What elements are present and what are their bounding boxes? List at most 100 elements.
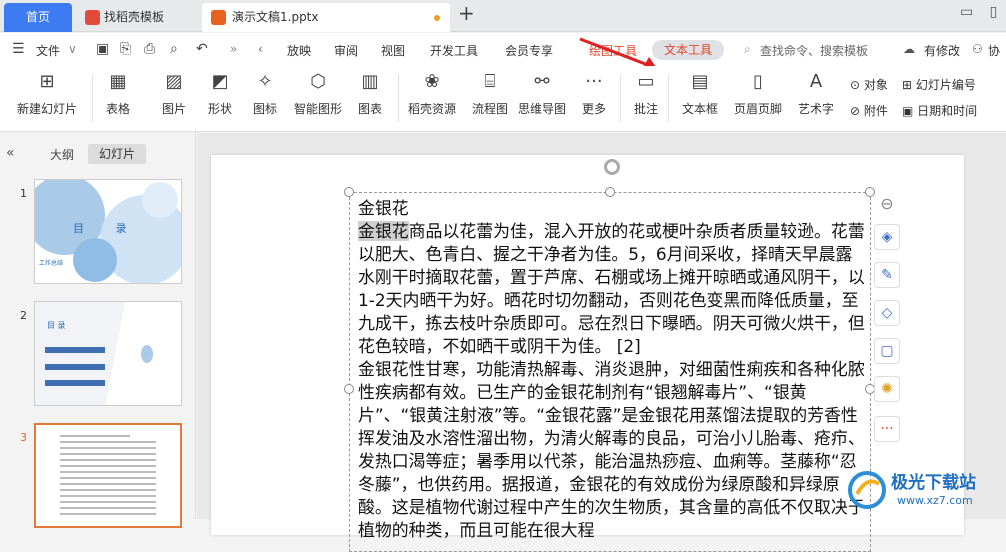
icon-button[interactable]: ✧ 图标 [246,68,284,117]
view-tab-slides[interactable]: 幻灯片 [88,144,146,164]
menu-member[interactable]: 会员专享 [505,42,553,59]
chart-icon: ▥ [361,71,379,92]
table-button[interactable]: ▦ 表格 [100,68,136,117]
object-button[interactable]: ⊙ 对象 [850,76,888,93]
print-icon[interactable]: ⎙ [144,41,155,57]
picture-button[interactable]: ▨ 图片 [156,68,192,117]
view-tab-outline[interactable]: 大纲 [50,146,74,163]
modified-status[interactable]: 有修改 [924,42,960,59]
collab-icon: ⚇ [972,42,983,56]
divider [398,74,399,122]
mindmap-icon: ⚯ [534,71,550,92]
search-icon: ⌕ [744,42,751,56]
collapse-icon[interactable]: ⊖ [874,192,900,218]
slide-number: 2 [20,309,27,322]
pen-icon[interactable]: ✎ [874,262,900,288]
menu-developer[interactable]: 开发工具 [430,42,478,59]
daoke-resources-button[interactable]: ❀ 稻壳资源 [406,68,458,117]
slide-thumbnail-2[interactable]: 目 录 [34,301,182,406]
outline-icon[interactable]: ▢ [874,338,900,364]
slide-thumbnail-1[interactable]: 目 录 工作总结 [34,179,182,284]
slide-thumbnail-3[interactable] [34,423,182,528]
watermark-logo-icon [848,471,886,509]
shape-button[interactable]: ◩ 形状 [200,68,240,117]
slide-number: 1 [20,187,27,200]
collab-button[interactable]: 协 [988,42,1000,59]
window-controls[interactable]: ▭ ▯ [960,4,1003,20]
tab-bar: 首页 找稻壳模板 演示文稿1.pptx + ▭ ▯ [0,0,1006,32]
textbox-button[interactable]: ▤ 文本框 [674,68,726,117]
save-icon[interactable]: ▣ [96,41,109,57]
text-title: 金银花 [358,198,409,218]
menu-bar: ☰ 文件 ∨ ▣ ⎘ ⎙ ⌕ ↶ » ‹ 放映 审阅 视图 开发工具 会员专享 … [0,33,1006,70]
divider [620,74,621,122]
watermark-url: www.xz7.com [897,494,973,507]
unsaved-dot-icon [434,15,440,21]
preview-icon[interactable]: ⌕ [170,41,178,57]
slides-panel: « 大纲 幻灯片 1 目 录 工作总结 2 目 录 3 [0,133,196,528]
rotate-handle-icon[interactable] [604,159,620,175]
resize-handle[interactable] [344,384,354,394]
comment-icon: ▭ [637,71,655,92]
menu-view[interactable]: 视图 [381,42,405,59]
attachment-button[interactable]: ⊘ 附件 [850,102,888,119]
slide-number-button[interactable]: ⊞ 幻灯片编号 [902,76,976,93]
datetime-button[interactable]: ▣ 日期和时间 [902,102,977,119]
hamburger-icon[interactable]: ☰ [12,41,25,57]
slide-1-label: 工作总结 [39,260,64,267]
tab-document-label: 演示文稿1.pptx [232,10,319,24]
layers-icon[interactable]: ◈ [874,224,900,250]
menu-review[interactable]: 审阅 [334,42,358,59]
flowchart-icon: ⌸ [484,71,496,92]
resize-handle[interactable] [605,187,615,197]
new-slide-icon: ⊞ [39,71,55,92]
new-tab-plus-icon[interactable]: + [458,1,475,25]
textbox-content[interactable]: 金银花 金银花商品以花蕾为佳，混入开放的花或梗叶杂质者质量较逊。花蕾以肥大、色青… [358,197,868,542]
header-footer-icon: ▯ [753,71,763,92]
flowchart-button[interactable]: ⌸ 流程图 [470,68,510,117]
daoke-logo-icon [85,10,100,25]
chart-button[interactable]: ▥ 图表 [352,68,388,117]
resize-handle[interactable] [344,187,354,197]
command-search[interactable]: 查找命令、搜索模板 [760,42,868,59]
header-footer-button[interactable]: ▯ 页眉页脚 [732,68,784,117]
export-icon[interactable]: ⎘ [120,41,131,57]
divider [668,74,669,122]
divider [92,74,93,122]
eraser-fill-icon[interactable]: ◇ [874,300,900,326]
icons-icon: ✧ [257,71,273,92]
menu-file[interactable]: 文件 [36,42,60,59]
new-slide-button[interactable]: ⊞ 新建幻灯片 [10,68,84,117]
more-arrow-icon[interactable]: » [230,42,237,56]
site-watermark: 极光下载站 www.xz7.com [845,462,1006,519]
slide-2-title: 目 录 [47,321,66,330]
selected-textbox[interactable]: 金银花 金银花商品以花蕾为佳，混入开放的花或梗叶杂质者质量较逊。花蕾以肥大、色青… [344,187,875,552]
collapse-panel-icon[interactable]: « [6,145,15,161]
watermark-name: 极光下载站 [891,473,976,493]
slide-1-title: 目 录 [73,222,141,235]
lightbulb-icon[interactable]: ✺ [874,376,900,402]
selected-text: 金银花 [358,221,409,241]
chevron-down-icon[interactable]: ∨ [68,42,77,56]
undo-icon[interactable]: ↶ [196,41,208,57]
more-button[interactable]: ··· 更多 [574,68,614,117]
wordart-button[interactable]: A 艺术字 [790,68,842,117]
tab-document[interactable]: 演示文稿1.pptx [202,3,450,32]
more-options-icon[interactable]: ··· [874,416,900,442]
menu-slideshow[interactable]: 放映 [287,42,311,59]
shape-icon: ◩ [211,71,229,92]
picture-icon: ▨ [165,71,183,92]
smart-graphic-icon: ⬡ [310,71,326,92]
comment-button[interactable]: ▭ 批注 [628,68,664,117]
scroll-left-icon[interactable]: ‹ [258,42,263,56]
tab-templates[interactable]: 找稻壳模板 [76,3,200,32]
tab-templates-label: 找稻壳模板 [104,10,165,24]
more-dots-icon: ··· [585,71,603,92]
slide-3-graphic [60,435,156,515]
wordart-icon: A [809,71,823,92]
tab-home[interactable]: 首页 [4,3,72,32]
smart-graphic-button[interactable]: ⬡ 智能图形 [292,68,344,117]
text-body: 商品以花蕾为佳，混入开放的花或梗叶杂质者质量较逊。花蕾以肥大、色青白、握之干净者… [358,221,865,540]
textbox-icon: ▤ [691,71,709,92]
mindmap-button[interactable]: ⚯ 思维导图 [516,68,568,117]
